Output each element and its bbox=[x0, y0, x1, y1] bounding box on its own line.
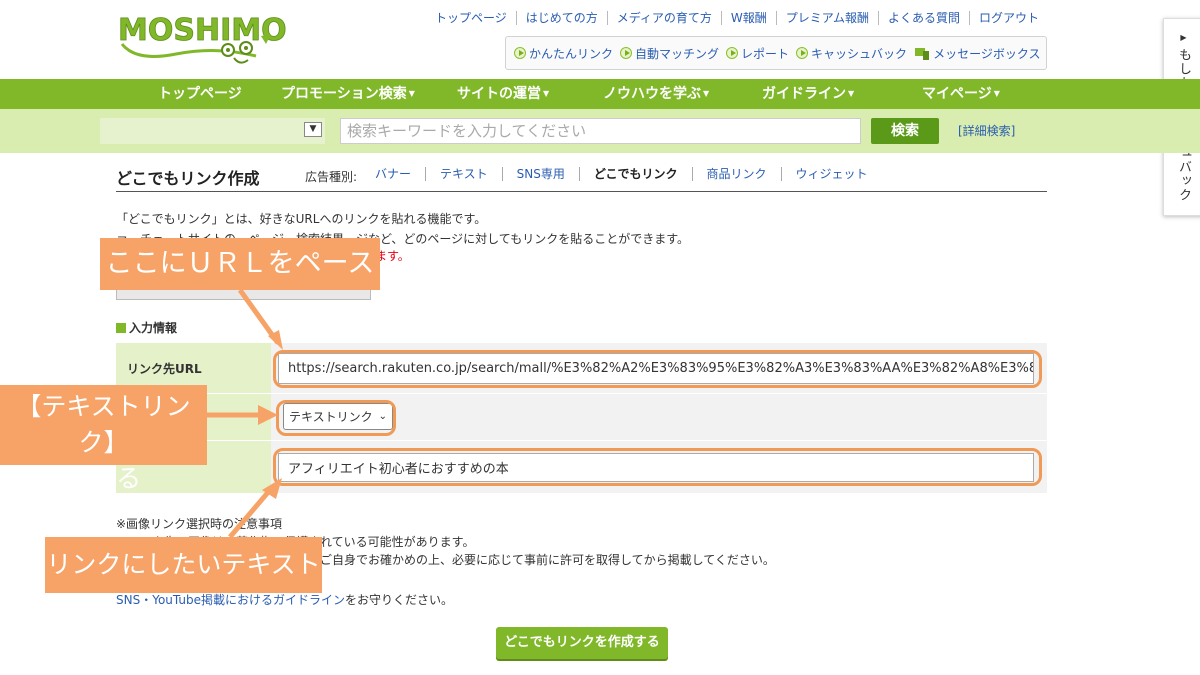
nav-item-guideline[interactable]: ガイドライン ▼ bbox=[762, 79, 854, 109]
description-warning: ます。 bbox=[375, 249, 410, 263]
dropdown-arrow-icon: ▼ bbox=[848, 89, 855, 98]
main-nav: トップページ プロモーション検索 ▼ サイトの運営 ▼ ノウハウを学ぶ ▼ ガイドライ… bbox=[0, 79, 1200, 109]
type-highlight bbox=[276, 400, 396, 436]
top-link-media[interactable]: メディアの育て方 bbox=[606, 11, 721, 25]
dropdown-arrow-icon: ▼ bbox=[543, 89, 550, 98]
play-circle-icon bbox=[796, 47, 809, 59]
row-link-type: テキストリンク ⌄ bbox=[116, 394, 1047, 440]
quick-link-auto-matching[interactable]: 自動マッチング bbox=[620, 45, 719, 62]
green-square-icon bbox=[116, 322, 126, 333]
search-button[interactable]: 検索 bbox=[871, 118, 939, 144]
callout-link-text: リンクにしたいテキスト bbox=[45, 537, 322, 593]
dropdown-arrow-icon: ▼ bbox=[703, 89, 710, 98]
create-link-button[interactable]: どこでもリンクを作成する bbox=[496, 627, 668, 659]
play-circle-icon bbox=[620, 47, 633, 59]
ad-type-tabs: バナー テキスト SNS専用 どこでもリンク 商品リンク ウィジェット bbox=[361, 167, 882, 181]
ad-type-label: 広告種別: bbox=[305, 170, 358, 184]
dropdown-arrow-icon: ▼ bbox=[408, 89, 415, 98]
top-links: トップページ はじめての方 メディアの育て方 W報酬 プレミアム報酬 よくある質… bbox=[426, 11, 1048, 25]
triangle-right-icon: ▶ bbox=[1180, 33, 1187, 42]
callout-paste-url: ここにＵＲＬをペースト bbox=[100, 238, 380, 331]
advanced-search-link[interactable]: [詳細検索] bbox=[958, 118, 1015, 144]
dropdown-arrow-icon: ▼ bbox=[993, 89, 1000, 98]
notes-heading: ※画像リンク選択時の注意事項 bbox=[116, 517, 283, 531]
tab-sns[interactable]: SNS専用 bbox=[501, 167, 579, 181]
nav-item-top[interactable]: トップページ bbox=[158, 79, 242, 109]
search-bar: ▼ 検索キーワードを入力してください 検索 [詳細検索] bbox=[0, 109, 1200, 153]
sns-guideline-link[interactable]: SNS・YouTube掲載におけるガイドライン bbox=[116, 593, 345, 607]
mascot-icon bbox=[915, 48, 930, 60]
url-highlight bbox=[273, 350, 1042, 388]
chevron-down-icon: ▼ bbox=[304, 122, 322, 137]
quick-link-report[interactable]: レポート bbox=[726, 45, 789, 62]
description-line-1: 「どこでもリンク」とは、好きなURLへのリンクを貼れる機能です。 bbox=[116, 212, 487, 226]
play-circle-icon bbox=[514, 47, 526, 59]
tab-banner[interactable]: バナー bbox=[361, 167, 425, 181]
nav-item-promotion-search[interactable]: プロモーション検索 ▼ bbox=[281, 79, 415, 109]
quick-link-cashback[interactable]: キャッシュバック bbox=[796, 45, 907, 62]
guideline-notice: SNS・YouTube掲載におけるガイドラインをお守りください。 bbox=[116, 593, 454, 607]
top-link-beginner[interactable]: はじめての方 bbox=[515, 11, 607, 25]
nav-item-mypage[interactable]: マイページ ▼ bbox=[922, 79, 1000, 109]
tab-product-link[interactable]: 商品リンク bbox=[691, 167, 781, 181]
moshimo-logo[interactable]: MOSHIMO bbox=[116, 10, 291, 72]
tab-dokodemo-link[interactable]: どこでもリンク bbox=[578, 167, 692, 181]
callout-text-link: 【テキストリンク】 にする bbox=[0, 385, 207, 493]
quick-links-box: かんたんリンク 自動マッチング レポート キャッシュバック メッセージボックス bbox=[505, 36, 1047, 70]
top-link-logout[interactable]: ログアウト bbox=[968, 11, 1048, 25]
play-circle-icon bbox=[726, 47, 739, 59]
search-input[interactable]: 検索キーワードを入力してください bbox=[340, 118, 861, 144]
title-divider bbox=[116, 191, 1047, 192]
quick-link-easy[interactable]: かんたんリンク bbox=[514, 45, 613, 62]
tab-text[interactable]: テキスト bbox=[425, 167, 502, 181]
nav-item-knowhow[interactable]: ノウハウを学ぶ ▼ bbox=[603, 79, 709, 109]
tab-widget[interactable]: ウィジェット bbox=[780, 167, 882, 181]
page-title: どこでもリンク作成 bbox=[116, 169, 260, 188]
logo-text: MOSHIMO bbox=[118, 13, 287, 48]
top-link-premium[interactable]: プレミアム報酬 bbox=[775, 11, 878, 25]
quick-link-message-box[interactable]: メッセージボックス bbox=[914, 45, 1040, 62]
nav-item-site-management[interactable]: サイトの運営 ▼ bbox=[457, 79, 549, 109]
text-highlight bbox=[273, 448, 1042, 486]
top-link-faq[interactable]: よくある質問 bbox=[877, 11, 969, 25]
top-link-w-reward[interactable]: W報酬 bbox=[720, 11, 776, 25]
search-category-select[interactable]: ▼ bbox=[100, 118, 325, 144]
section-input-info: 入力情報 bbox=[116, 319, 177, 336]
top-link-home[interactable]: トップページ bbox=[426, 11, 516, 25]
